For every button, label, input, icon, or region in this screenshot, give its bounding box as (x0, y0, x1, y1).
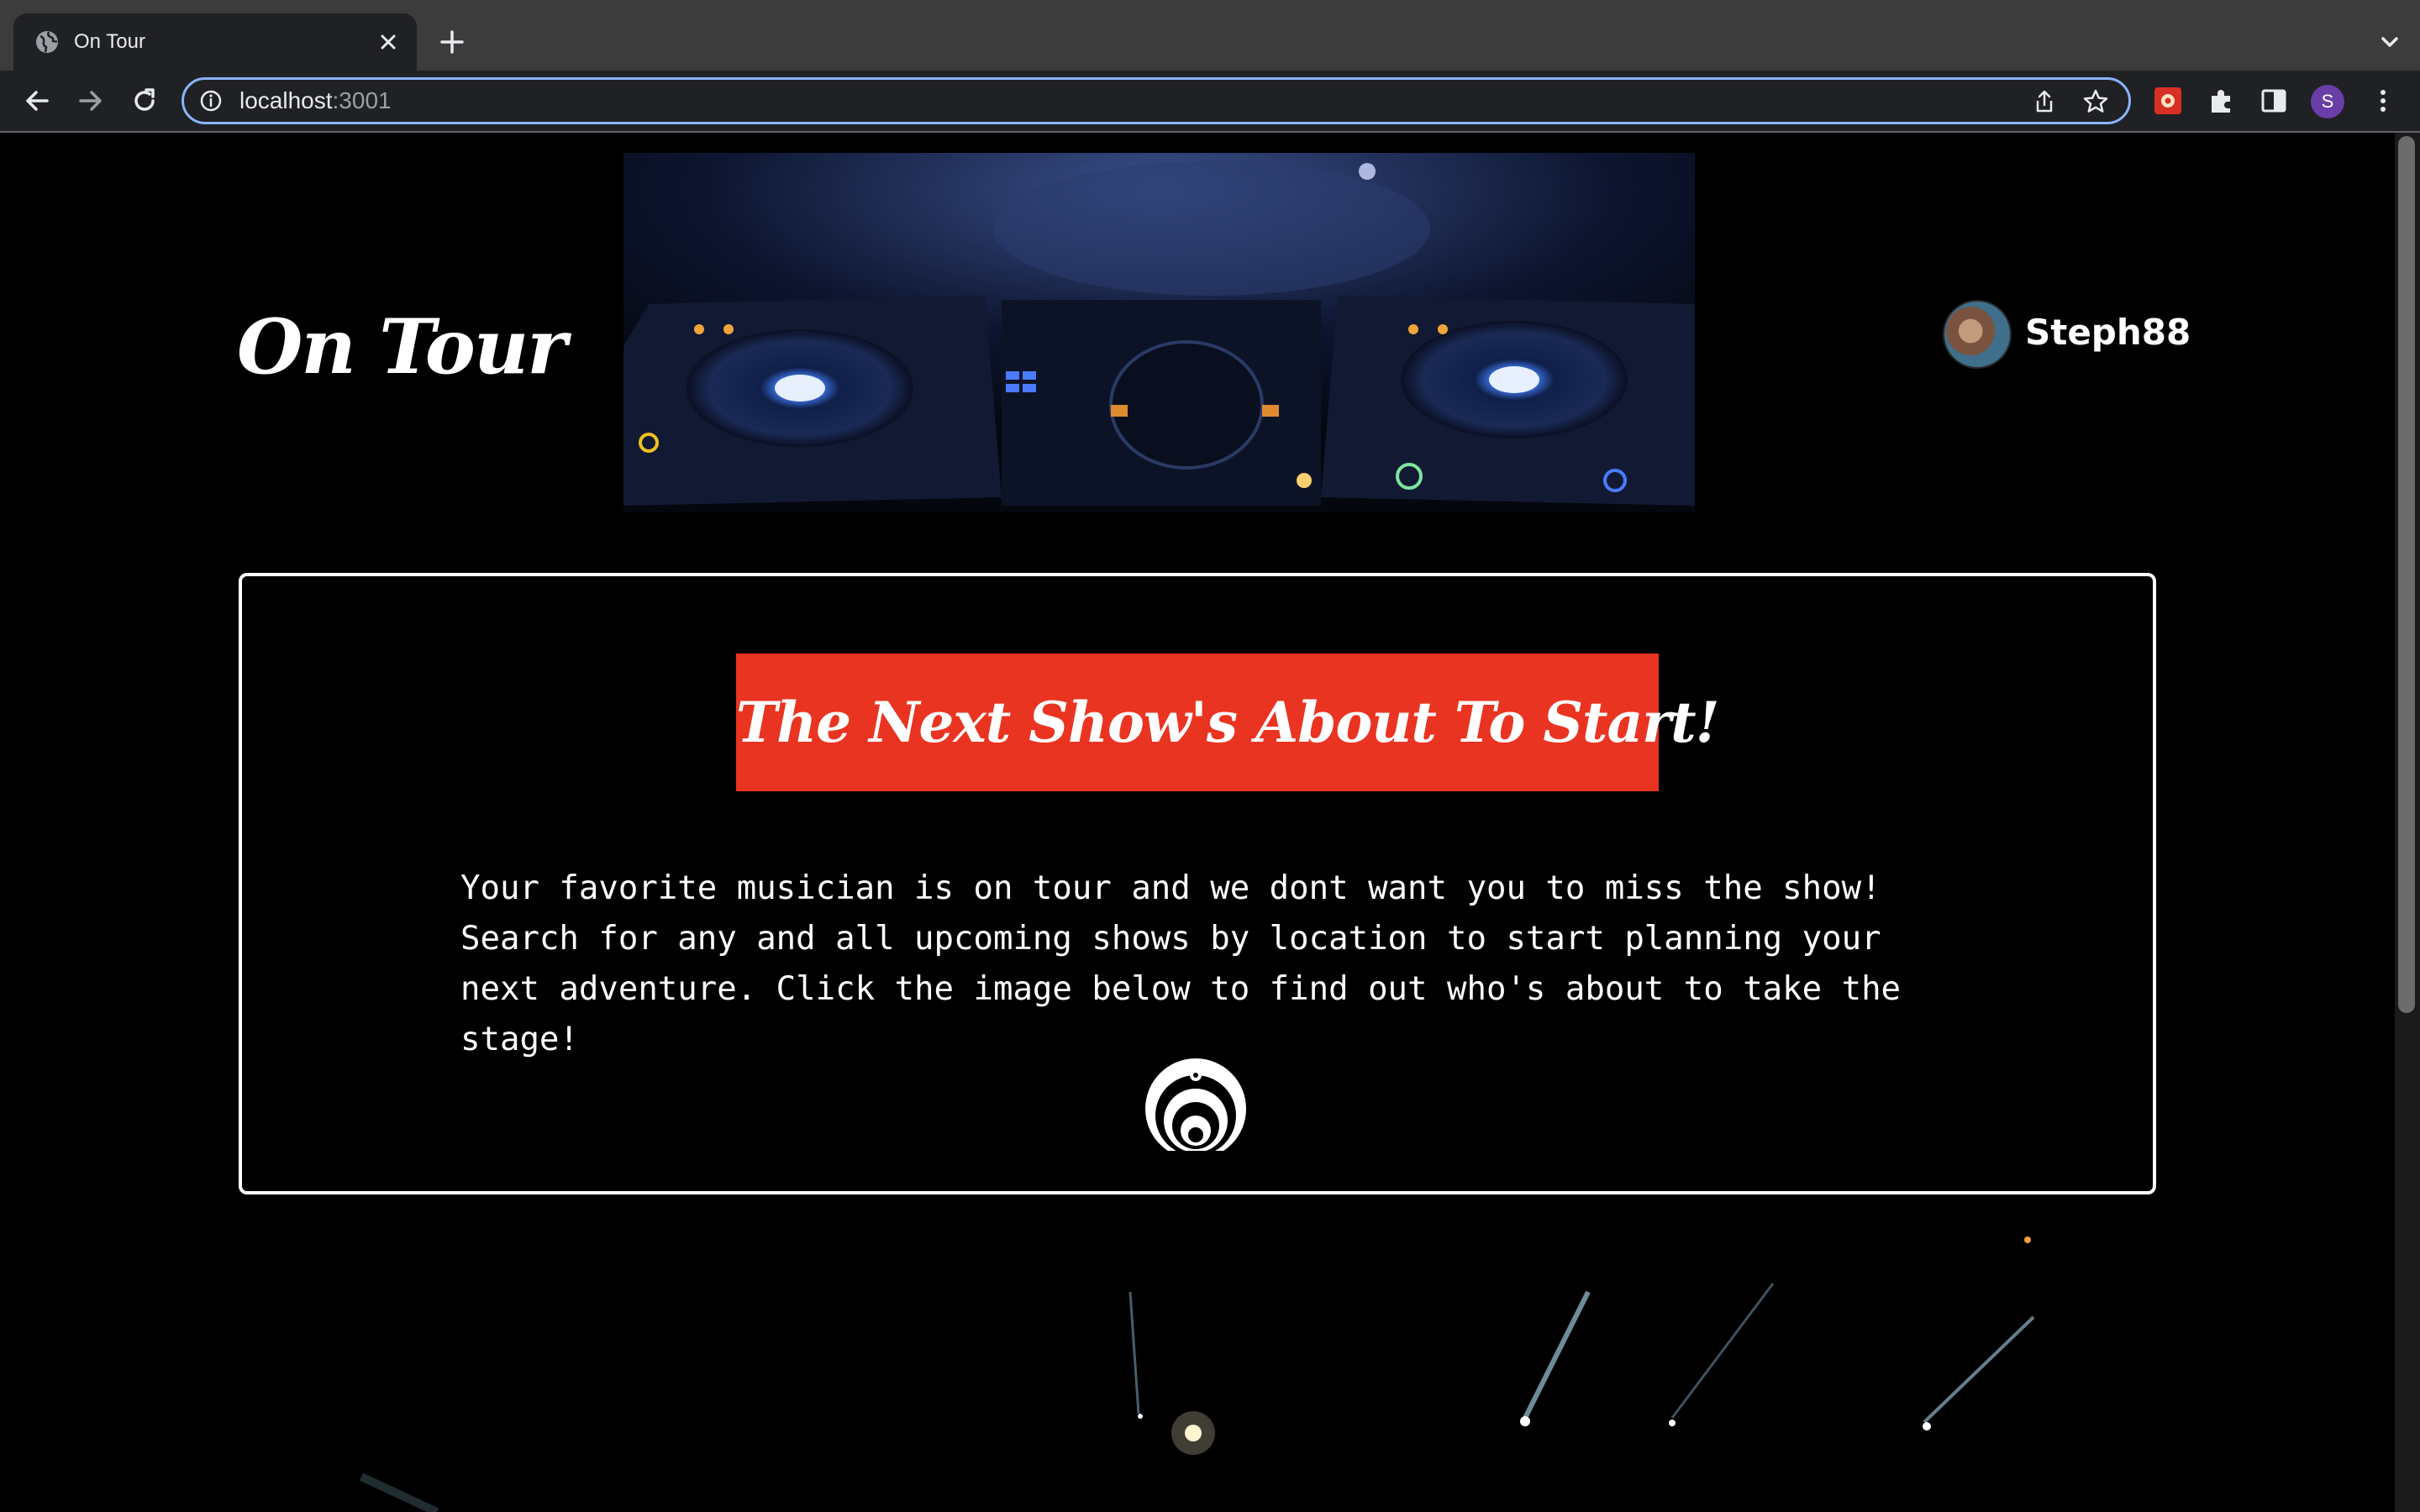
cta-banner: The Next Show's About To Start! (736, 654, 1720, 791)
share-icon[interactable] (2031, 88, 2058, 115)
side-panel-icon[interactable] (2255, 82, 2292, 119)
stage-lights-background (359, 1236, 2035, 1512)
extension-app-icon[interactable] (2149, 82, 2186, 119)
dj-equipment-banner-image (623, 153, 1695, 512)
scrollbar-thumb[interactable] (2398, 136, 2415, 1013)
intro-paragraph: Your favorite musician is on tour and we… (460, 869, 1902, 1058)
new-tab-icon[interactable] (434, 24, 471, 60)
user-avatar[interactable] (1943, 300, 2012, 369)
browser-tab[interactable]: On Tour (13, 13, 417, 71)
extensions-puzzle-icon[interactable] (2203, 82, 2240, 119)
bassnectar-logo-icon[interactable] (1144, 1050, 1248, 1154)
url-text: localhost:3001 (239, 87, 392, 114)
info-icon[interactable] (199, 89, 223, 113)
username-label[interactable]: Steph88 (2025, 312, 2191, 353)
profile-avatar[interactable]: S (2311, 85, 2344, 118)
chevron-down-icon[interactable] (2371, 24, 2408, 60)
forward-arrow-icon[interactable] (72, 82, 109, 119)
browser-toolbar: localhost:3001 S (0, 71, 2420, 131)
tab-strip: On Tour (0, 0, 2420, 71)
close-tab-icon[interactable] (371, 25, 405, 59)
reload-icon[interactable] (126, 82, 163, 119)
tab-title: On Tour (74, 30, 145, 53)
url-host: localhost (239, 87, 333, 113)
kebab-menu-icon[interactable] (2365, 82, 2402, 119)
url-port: :3001 (332, 87, 392, 113)
back-arrow-icon[interactable] (18, 82, 55, 119)
site-logo[interactable]: On Tour (237, 302, 567, 391)
address-bar[interactable]: localhost:3001 (182, 77, 2131, 124)
globe-icon (36, 31, 58, 53)
bookmark-star-icon[interactable] (2081, 87, 2110, 116)
page-viewport: On Tour Steph88 The Next Show's About To… (0, 133, 2395, 1512)
